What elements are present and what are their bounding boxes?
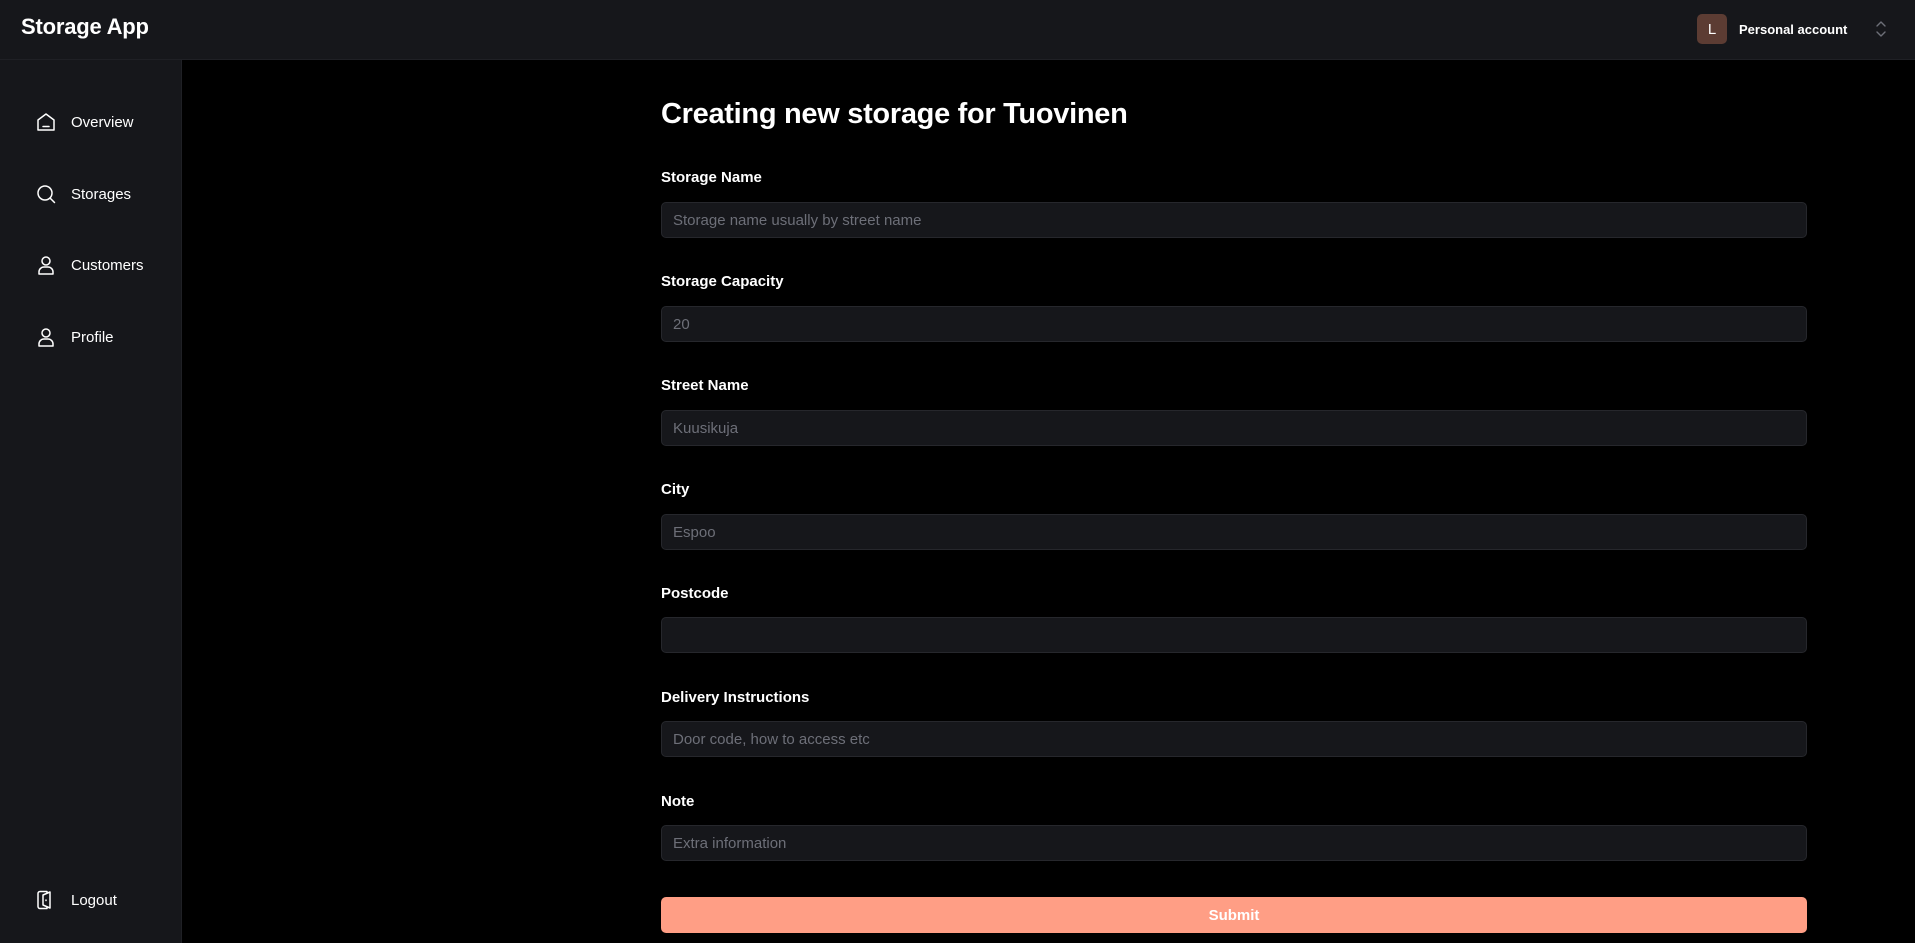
street-name-label: Street Name: [661, 377, 749, 394]
sidebar-item-label: Profile: [71, 328, 114, 346]
logout-button[interactable]: Logout: [35, 887, 117, 913]
submit-button[interactable]: Submit: [661, 897, 1807, 933]
sidebar-item-profile[interactable]: Profile: [35, 324, 114, 350]
main-content: Creating new storage for Tuovinen Storag…: [183, 60, 1915, 943]
avatar: L: [1697, 14, 1727, 44]
page-title: Creating new storage for Tuovinen: [661, 98, 1128, 130]
account-label: Personal account: [1739, 21, 1848, 37]
city-label: City: [661, 481, 690, 498]
sidebar-item-overview[interactable]: Overview: [35, 109, 134, 135]
postcode-label: Postcode: [661, 585, 729, 602]
search-icon: [35, 183, 57, 205]
user-icon: [35, 326, 57, 348]
home-icon: [35, 111, 57, 133]
delivery-instructions-label: Delivery Instructions: [661, 689, 810, 706]
street-name-input[interactable]: [661, 410, 1807, 446]
storage-capacity-label: Storage Capacity: [661, 273, 784, 290]
account-switcher[interactable]: L Personal account: [1697, 14, 1888, 44]
chevron-up-down-icon: [1874, 18, 1888, 40]
logout-label: Logout: [71, 891, 117, 909]
storage-name-label: Storage Name: [661, 169, 762, 186]
sidebar-item-storages[interactable]: Storages: [35, 181, 131, 207]
logout-icon: [35, 889, 57, 911]
sidebar-item-label: Overview: [71, 113, 134, 131]
storage-capacity-input[interactable]: [661, 306, 1807, 342]
postcode-input[interactable]: [661, 617, 1807, 653]
sidebar-item-customers[interactable]: Customers: [35, 252, 144, 278]
note-input[interactable]: [661, 825, 1807, 861]
top-bar: Storage App L Personal account: [0, 0, 1915, 60]
sidebar-item-label: Customers: [71, 256, 144, 274]
city-input[interactable]: [661, 514, 1807, 550]
note-label: Note: [661, 793, 695, 810]
app-title: Storage App: [21, 14, 149, 39]
sidebar-item-label: Storages: [71, 185, 132, 203]
storage-name-input[interactable]: [661, 202, 1807, 238]
sidebar: Overview Storages Customers Profile Logo…: [0, 60, 182, 943]
user-icon: [35, 254, 57, 276]
delivery-instructions-input[interactable]: [661, 721, 1807, 757]
